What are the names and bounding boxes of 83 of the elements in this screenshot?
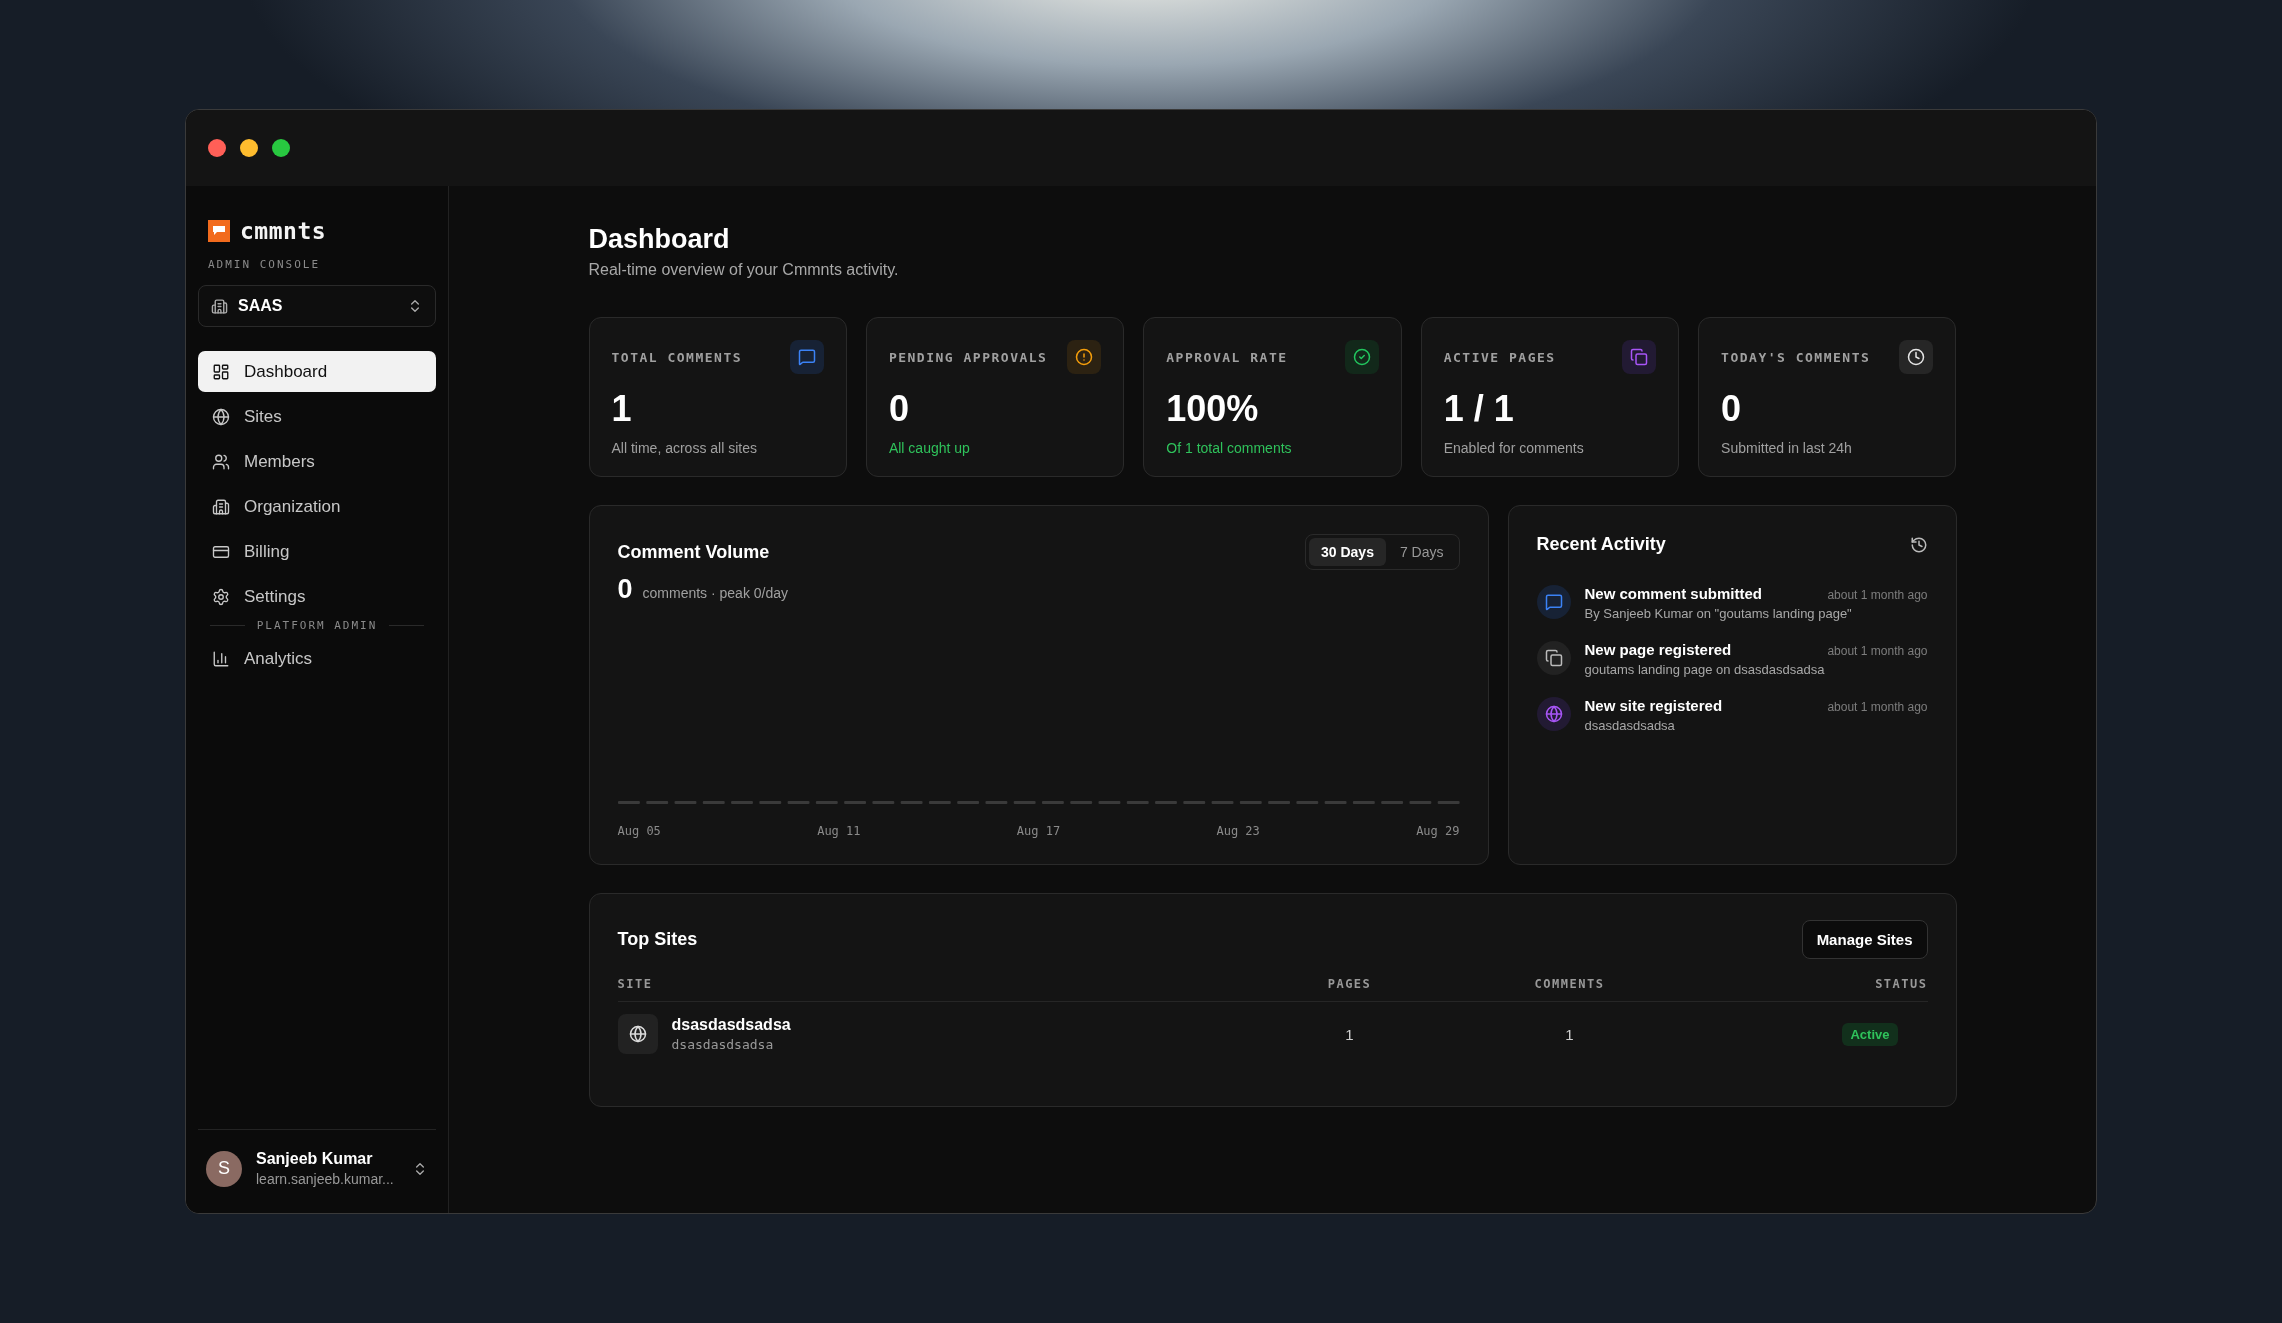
workspace-switcher[interactable]: SAAS [198,285,436,327]
user-name: Sanjeeb Kumar [256,1150,374,1168]
stat-value: 1 [611,388,633,430]
pages-icon [1630,348,1649,366]
stat-note: All caught up [888,440,971,456]
site-domain: dsasdasdsadsa [671,1037,775,1052]
table-cell-text: 1 [1564,1025,1575,1043]
stat-label: TODAY'S COMMENTS [1721,349,1871,365]
dashboard-icon [212,362,230,381]
check-circle-icon [1352,348,1371,366]
globe-icon [212,407,230,426]
card-title: Top Sites [617,929,698,950]
stat-label: PENDING APPROVALS [888,349,1048,365]
column-header: SITE [617,977,654,991]
page-title: Dashboard [588,224,731,255]
logo-icon [208,220,230,242]
alert-icon [1075,348,1094,366]
nav-item[interactable]: Settings [198,576,436,617]
total-summary: comments · peak 0/day [642,585,789,601]
activity-time: about 1 month ago [1827,588,1928,602]
axis-label: Aug 29 [1416,824,1460,838]
brand-name: cmmnts [240,218,327,244]
stat-note: All time, across all sites [611,440,758,456]
nav-item[interactable]: Members [198,441,436,482]
stat-note: Of 1 total comments [1166,440,1293,456]
building-icon [211,297,228,315]
stat-value: 1 / 1 [1443,388,1515,430]
message-icon [1544,593,1563,611]
card-title: Comment Volume [617,541,770,563]
stat-label: TOTAL COMMENTS [611,349,743,365]
history-icon[interactable] [1909,535,1928,554]
card-title: Recent Activity [1536,534,1666,555]
axis-label: Aug 23 [1216,824,1260,838]
nav-item[interactable]: Sites [198,396,436,437]
user-email: learn.sanjeeb.kumar... [256,1171,395,1187]
page-subtitle: Real-time overview of your Cmmnts activity. [588,261,900,279]
activity-title: New site registered [1584,697,1723,714]
stat-label: APPROVAL RATE [1166,349,1288,365]
nav-item[interactable]: Organization [198,486,436,527]
activity-title: New page registered [1584,641,1732,658]
building-icon [212,497,230,516]
range-tab[interactable]: 7 Days [1387,538,1456,566]
activity-detail: By Sanjeeb Kumar on "goutams landing page" [1584,606,1853,621]
stat-value: 0 [1721,388,1743,430]
range-tab[interactable]: 30 Days [1309,538,1386,566]
column-header: PAGES [1326,977,1373,991]
site-name: dsasdasdsadsa [671,1016,791,1034]
users-icon [212,452,230,471]
activity-time: about 1 month ago [1827,644,1928,658]
close-button[interactable] [208,139,226,157]
total-count: 0 [617,574,633,605]
stat-note: Enabled for comments [1443,440,1585,456]
nav-item[interactable]: Analytics [198,638,436,679]
axis-label: Aug 17 [1016,824,1061,838]
globe-icon [628,1025,647,1043]
stat-value: 0 [888,388,910,430]
settings-icon [212,587,230,606]
avatar: S [206,1150,242,1187]
activity-detail: goutams landing page on dsasdasdsadsa [1584,662,1826,677]
stat-label: ACTIVE PAGES [1443,349,1556,365]
zoom-button[interactable] [272,139,290,157]
column-header: COMMENTS [1533,977,1606,991]
activity-detail: dsasdasdsadsa [1584,718,1676,733]
section-label: PLATFORM ADMIN [256,619,378,632]
stat-note: Submitted in last 24h [1721,440,1853,456]
manage-sites-button[interactable]: Manage Sites [1801,920,1928,959]
message-icon [797,348,816,366]
activity-time: about 1 month ago [1827,700,1928,714]
axis-label: Aug 05 [617,824,661,838]
stat-value: 100% [1166,388,1260,430]
activity-title: New comment submitted [1584,585,1763,602]
clock-icon [1907,348,1926,366]
nav-item[interactable]: Dashboard [198,351,436,392]
axis-label: Aug 11 [817,824,861,838]
table-cell-text: 1 [1344,1025,1355,1043]
status-badge: Active [1842,1022,1898,1046]
bar-chart-icon [212,649,230,668]
nav-item[interactable]: Billing [198,531,436,572]
pages-icon [1544,649,1563,667]
globe-icon [1544,705,1563,723]
minimize-button[interactable] [240,139,258,157]
column-header: STATUS [1874,977,1928,991]
brand-subtitle: ADMIN CONSOLE [207,257,322,271]
